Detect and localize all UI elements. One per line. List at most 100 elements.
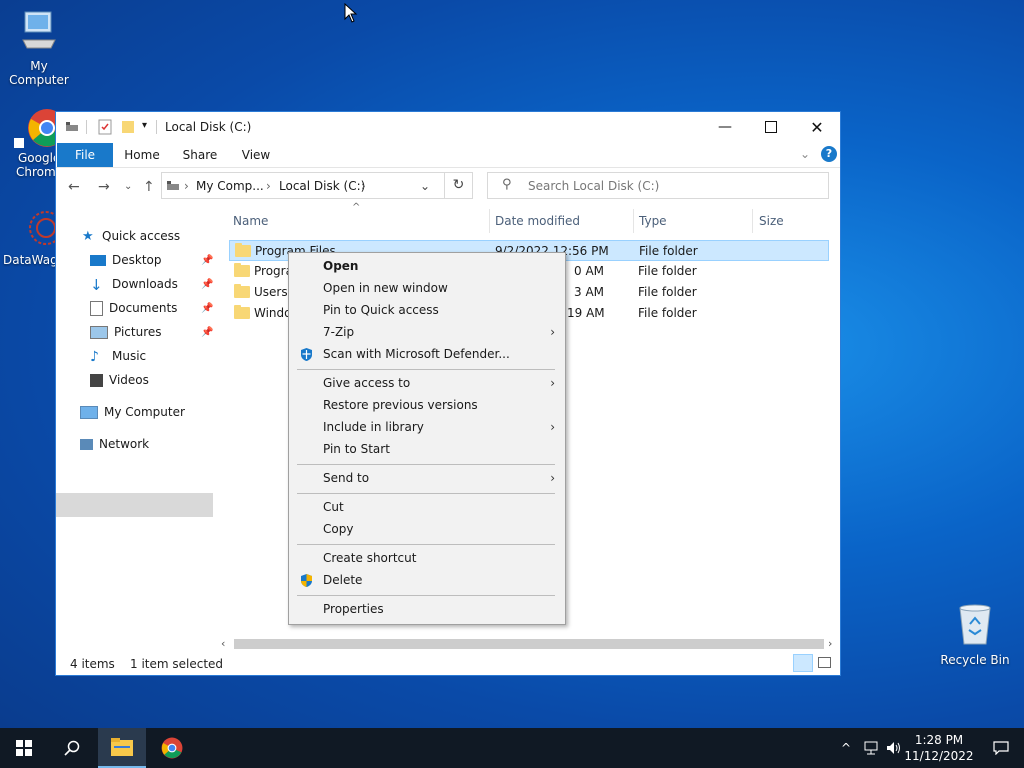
menu-item-7zip[interactable]: 7-Zip › <box>289 321 565 343</box>
column-header-date-modified[interactable]: Date modified <box>495 214 580 228</box>
computer-icon <box>22 11 56 49</box>
taskbar-file-explorer[interactable] <box>98 728 146 768</box>
ribbon-tabs: File Home Share View ⌄ ? <box>56 143 840 168</box>
menu-item-open-new-window[interactable]: Open in new window <box>289 277 565 299</box>
menu-item-delete[interactable]: Delete <box>289 569 565 591</box>
desktop-icon-label: Recycle Bin <box>940 653 1010 667</box>
address-bar[interactable]: › My Comp... › Local Disk (C:) › ⌄ <box>161 172 445 199</box>
menu-item-include-library[interactable]: Include in library › <box>289 416 565 438</box>
recent-locations-chevron-icon[interactable]: ⌄ <box>124 181 132 192</box>
menu-item-open[interactable]: Open <box>289 255 565 277</box>
start-button[interactable] <box>0 728 48 768</box>
nav-item-my-computer[interactable]: My Computer <box>80 401 185 423</box>
folder-icon <box>234 263 250 277</box>
help-icon[interactable]: ? <box>821 146 837 162</box>
up-arrow-icon[interactable]: ↑ <box>143 179 155 195</box>
nav-item-downloads[interactable]: ↓ Downloads <box>90 273 178 295</box>
back-arrow-icon[interactable]: ← <box>68 179 80 195</box>
status-selected-count: 1 item selected <box>130 657 224 671</box>
nav-item-videos[interactable]: Videos <box>90 369 149 391</box>
desktop-icon-my-computer[interactable]: My Computer <box>1 10 77 87</box>
scroll-right-arrow-icon[interactable]: › <box>828 637 832 650</box>
nav-item-quick-access[interactable]: ★ Quick access <box>82 225 180 247</box>
details-view-icon[interactable] <box>793 654 813 672</box>
uac-shield-icon <box>301 574 312 587</box>
menu-item-restore-versions[interactable]: Restore previous versions <box>289 394 565 416</box>
folder-icon <box>235 243 251 257</box>
action-center-button[interactable] <box>978 728 1024 768</box>
show-hidden-icons-chevron-icon[interactable]: ^ <box>838 728 854 768</box>
submenu-arrow-icon: › <box>550 420 555 434</box>
tab-share[interactable]: Share <box>176 143 224 167</box>
tab-home[interactable]: Home <box>118 143 166 167</box>
menu-item-pin-quick-access[interactable]: Pin to Quick access <box>289 299 565 321</box>
forward-arrow-icon[interactable]: → <box>98 179 110 195</box>
menu-item-scan-defender[interactable]: Scan with Microsoft Defender... <box>289 343 565 365</box>
menu-item-properties[interactable]: Properties <box>289 598 565 620</box>
drive-icon <box>167 181 179 190</box>
nav-item-network[interactable]: Network <box>80 433 149 455</box>
desktop-icon-label: My Computer <box>9 59 69 87</box>
desktop-icon <box>90 255 106 266</box>
column-header-name[interactable]: Name <box>233 214 268 228</box>
status-item-count: 4 items <box>70 657 115 671</box>
expand-ribbon-chevron-icon[interactable]: ⌄ <box>800 147 810 161</box>
scroll-left-arrow-icon[interactable]: ‹ <box>221 637 225 650</box>
menu-item-create-shortcut[interactable]: Create shortcut <box>289 547 565 569</box>
pin-icon: 📌 <box>201 327 214 338</box>
column-header-type[interactable]: Type <box>639 214 667 228</box>
taskbar-chrome[interactable] <box>148 728 196 768</box>
minimize-button[interactable]: — <box>702 112 748 142</box>
large-icons-view-icon[interactable] <box>818 657 831 668</box>
tab-view[interactable]: View <box>232 143 280 167</box>
nav-item-documents[interactable]: Documents <box>90 297 177 319</box>
computer-icon <box>80 406 98 419</box>
properties-icon[interactable] <box>98 119 112 135</box>
shortcut-arrow-icon <box>14 138 24 148</box>
breadcrumb-item-my-computer[interactable]: My Comp... <box>196 179 264 193</box>
search-input[interactable]: ⚲ Search Local Disk (C:) <box>487 172 829 199</box>
column-header-size[interactable]: Size <box>759 214 784 228</box>
breadcrumb-separator-icon: › <box>361 179 366 193</box>
menu-item-copy[interactable]: Copy <box>289 518 565 540</box>
scrollbar-thumb[interactable] <box>234 639 824 649</box>
menu-item-send-to[interactable]: Send to › <box>289 467 565 489</box>
pictures-icon <box>90 326 108 339</box>
music-note-icon: ♪ <box>90 348 99 365</box>
search-button[interactable] <box>48 728 96 768</box>
menu-item-cut[interactable]: Cut <box>289 496 565 518</box>
breadcrumb-separator-icon: › <box>266 179 271 193</box>
menu-separator <box>297 595 555 596</box>
menu-separator <box>297 493 555 494</box>
menu-item-give-access[interactable]: Give access to › <box>289 372 565 394</box>
tab-file[interactable]: File <box>57 143 113 167</box>
maximize-button[interactable] <box>748 112 794 142</box>
column-headers: ^ Name Date modified Type Size <box>221 202 831 233</box>
search-icon: ⚲ <box>502 177 512 192</box>
nav-selection-highlight <box>56 493 213 517</box>
desktop-icon-recycle-bin[interactable]: Recycle Bin <box>937 602 1013 667</box>
breadcrumb-item-local-disk[interactable]: Local Disk (C:) <box>279 179 365 193</box>
address-bar-row: ← → ⌄ ↑ › My Comp... › Local Disk (C:) ›… <box>56 171 840 203</box>
clock-date: 11/12/2022 <box>904 749 974 763</box>
horizontal-scrollbar[interactable]: ‹ › <box>219 636 839 652</box>
menu-item-pin-start[interactable]: Pin to Start <box>289 438 565 460</box>
new-folder-icon[interactable] <box>121 120 135 134</box>
title-bar[interactable]: ▾ Local Disk (C:) — ✕ <box>56 112 840 142</box>
close-button[interactable]: ✕ <box>794 112 840 142</box>
refresh-button[interactable]: ↻ <box>445 172 473 199</box>
pin-icon: 📌 <box>201 303 214 314</box>
customize-quick-access-chevron-icon[interactable]: ▾ <box>142 120 147 131</box>
address-dropdown-chevron-icon[interactable]: ⌄ <box>420 179 430 193</box>
nav-item-desktop[interactable]: Desktop <box>90 249 162 271</box>
nav-item-music[interactable]: ♪ Music <box>90 345 146 367</box>
network-tray-icon[interactable] <box>860 728 882 768</box>
nav-item-pictures[interactable]: Pictures <box>90 321 162 343</box>
submenu-arrow-icon: › <box>550 325 555 339</box>
taskbar-clock[interactable]: 1:28 PM 11/12/2022 <box>900 732 978 764</box>
drive-icon <box>66 122 78 131</box>
window-title: Local Disk (C:) <box>165 120 252 134</box>
folder-icon <box>234 305 250 319</box>
clock-time: 1:28 PM <box>914 733 964 747</box>
recycle-bin-icon <box>959 604 991 645</box>
